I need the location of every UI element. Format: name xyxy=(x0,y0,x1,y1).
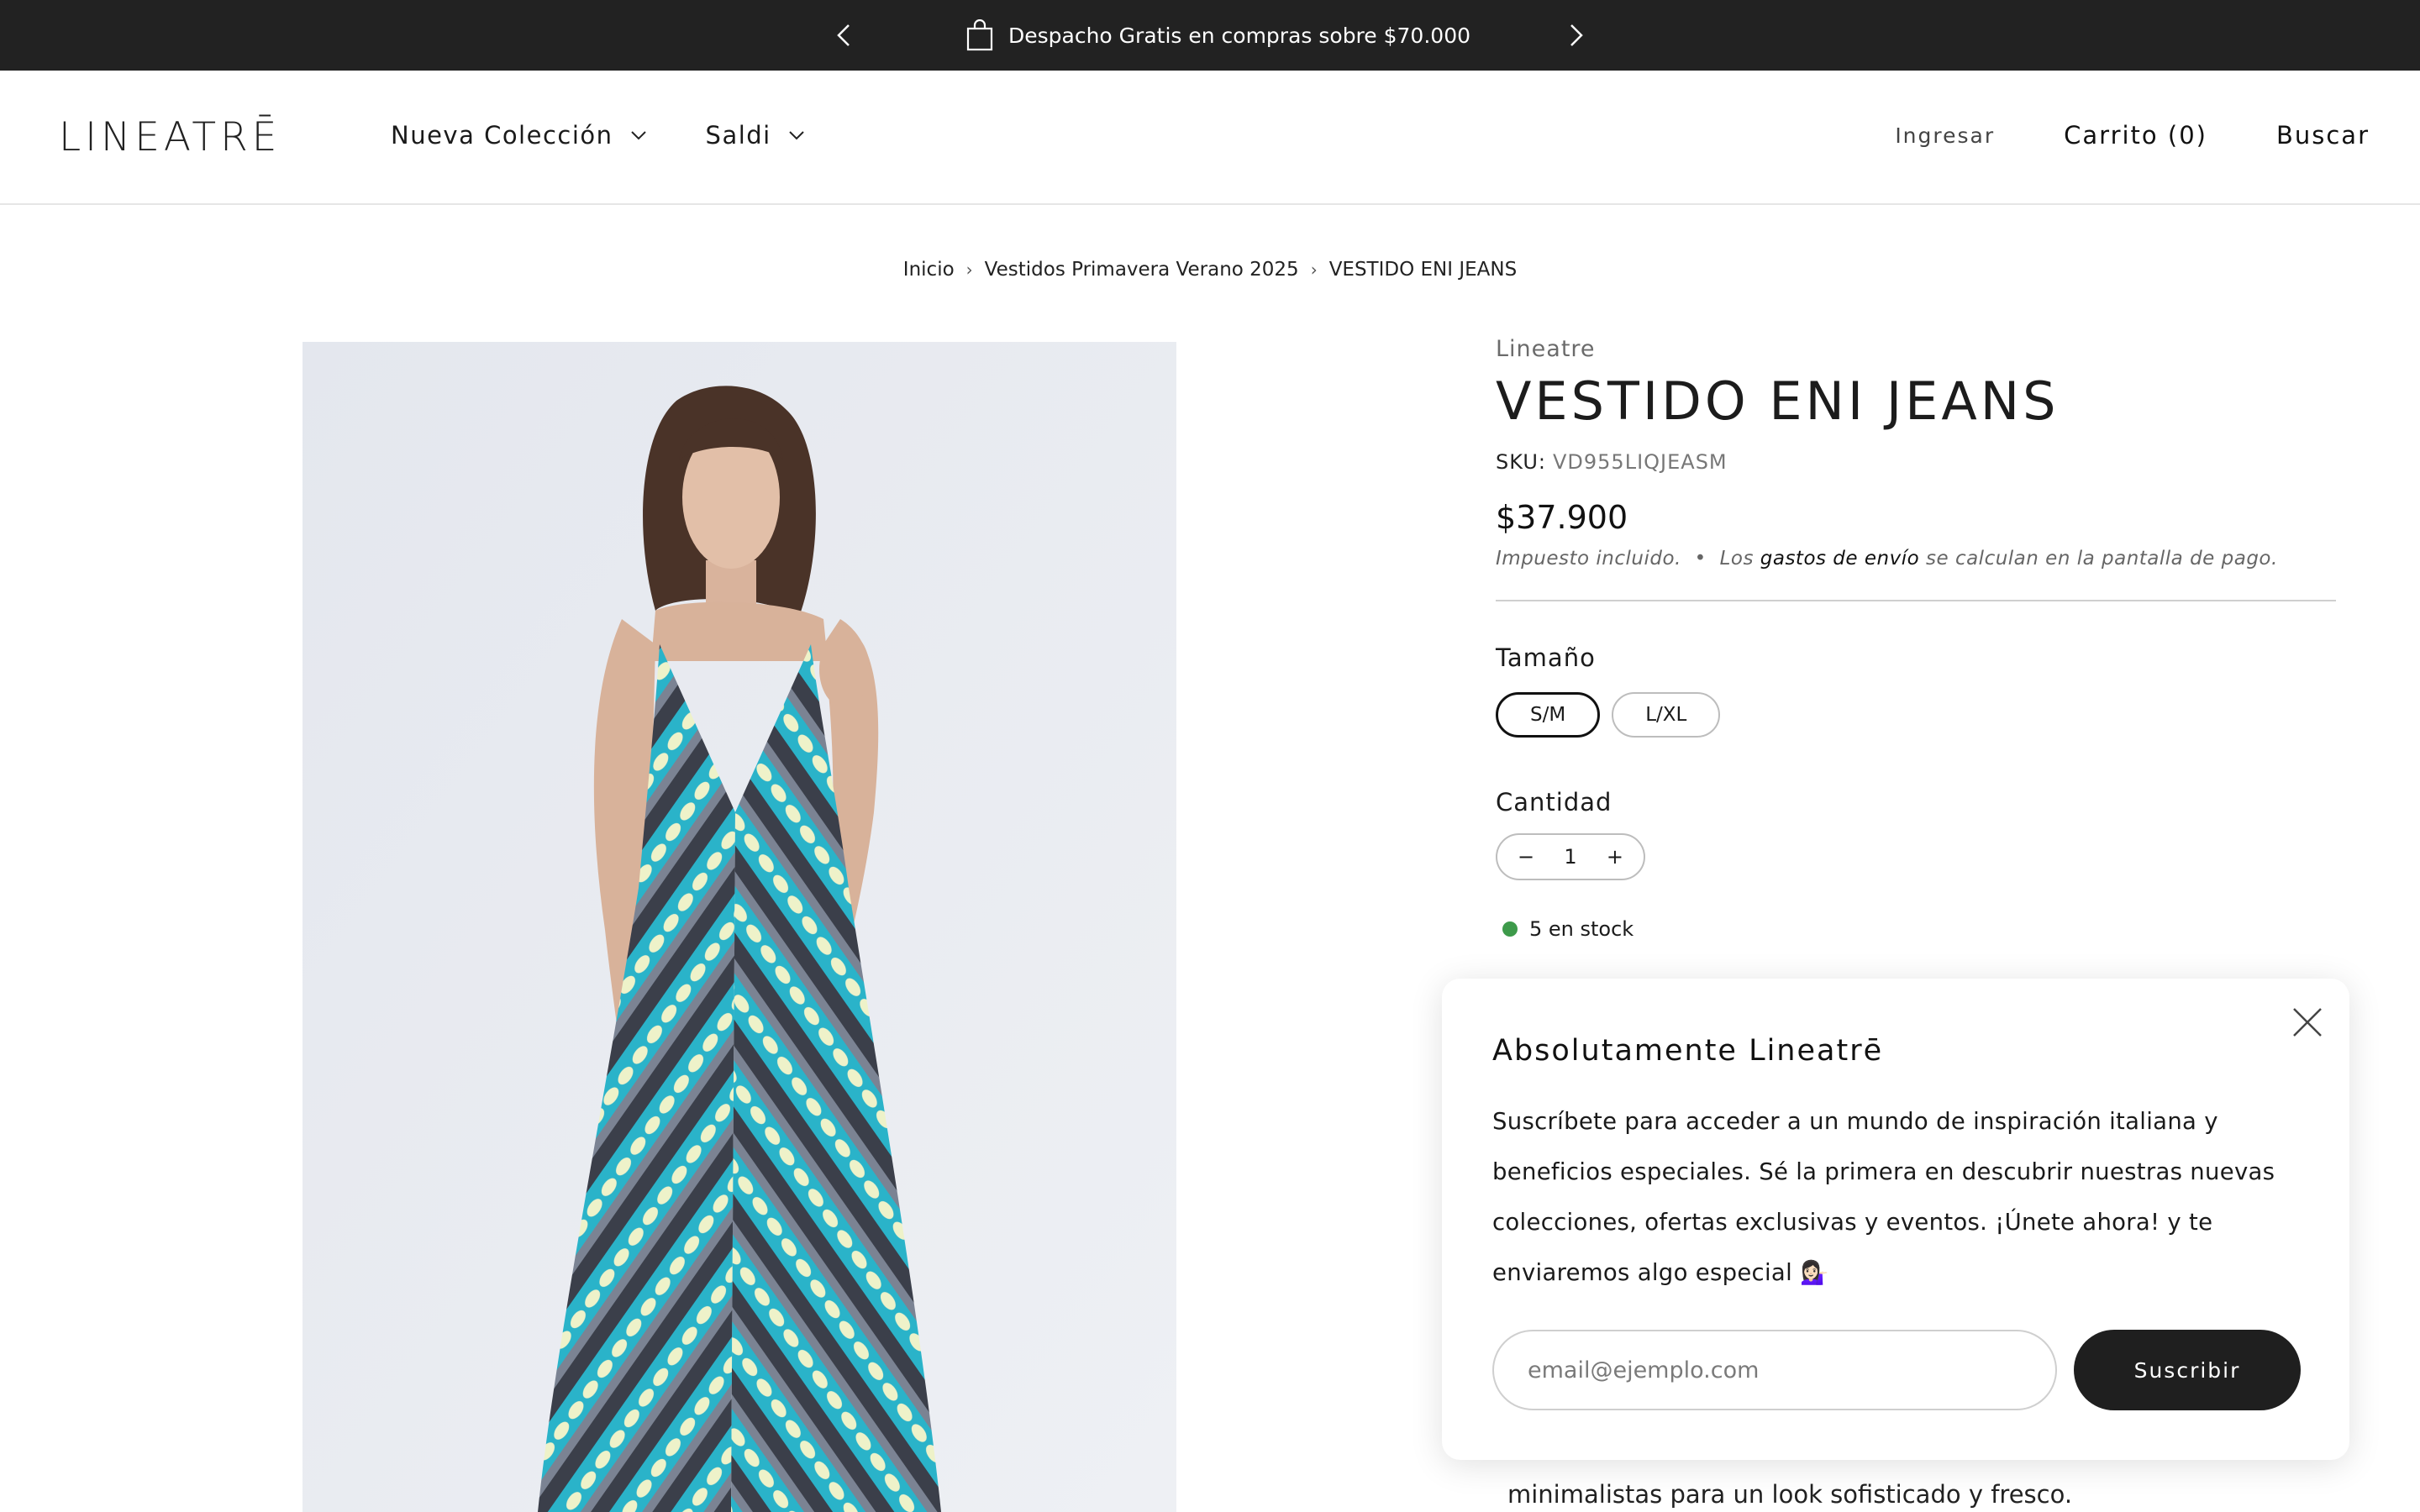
stock-text: 5 en stock xyxy=(1529,917,1634,941)
size-label: Tamaño xyxy=(1496,643,1596,672)
quantity-decrease-button[interactable]: − xyxy=(1518,845,1534,869)
breadcrumb: Inicio › Vestidos Primavera Verano 2025 … xyxy=(0,259,2420,281)
product-price: $37.900 xyxy=(1496,499,1628,536)
announcement-bar: Despacho Gratis en compras sobre $70.000 xyxy=(0,0,2420,71)
chevron-right-icon: › xyxy=(965,260,973,280)
product-description: minimalistas para un look sofisticado y … xyxy=(1507,1480,2073,1509)
newsletter-form: Suscribir xyxy=(1492,1330,2301,1410)
product-info: Lineatre VESTIDO ENI JEANS SKU: VD955LIQJ… xyxy=(1496,336,2336,941)
breadcrumb-current: VESTIDO ENI JEANS xyxy=(1328,259,1518,281)
nav-item-saldi[interactable]: Saldi xyxy=(706,121,805,150)
in-stock-dot-icon xyxy=(1502,921,1518,937)
announcement-prev-button[interactable] xyxy=(827,18,860,52)
tax-note: Impuesto incluido. • Los gastos de envío… xyxy=(1496,548,2336,570)
shopping-bag-icon xyxy=(966,19,993,51)
subscribe-button[interactable]: Suscribir xyxy=(2074,1330,2301,1410)
chevron-down-icon xyxy=(630,131,646,140)
sku-value: VD955LIQJEASM xyxy=(1552,450,1728,474)
nav-item-nueva-coleccion[interactable]: Nueva Colección xyxy=(391,121,647,150)
size-selector: S/M L/XL xyxy=(1496,692,2336,738)
chevron-right-icon xyxy=(1570,24,1583,46)
breadcrumb-link-collection[interactable]: Vestidos Primavera Verano 2025 xyxy=(985,259,1299,281)
quantity-label: Cantidad xyxy=(1496,788,1612,816)
stock-status: 5 en stock xyxy=(1496,917,2336,941)
chevron-left-icon xyxy=(837,24,850,46)
announcement-text: Despacho Gratis en compras sobre $70.000 xyxy=(1008,23,1470,48)
quantity-increase-button[interactable]: + xyxy=(1607,845,1623,869)
dress-model-illustration xyxy=(302,342,1176,1512)
shipping-prefix: Los xyxy=(1719,548,1754,570)
nav-item-label: Nueva Colección xyxy=(391,121,613,150)
shipping-suffix: se calculan en la pantalla de pago. xyxy=(1926,548,2278,570)
breadcrumb-link-home[interactable]: Inicio xyxy=(903,259,955,281)
popup-close-button[interactable] xyxy=(2289,1004,2326,1041)
quantity-stepper: − 1 + xyxy=(1496,833,1645,880)
nav-item-label: Saldi xyxy=(705,121,771,150)
email-input[interactable] xyxy=(1492,1330,2057,1410)
product-vendor[interactable]: Lineatre xyxy=(1496,336,2336,362)
product-image[interactable] xyxy=(302,342,1176,1512)
main-nav: Nueva Colección Saldi xyxy=(391,121,805,150)
sku-label: SKU: xyxy=(1496,450,1546,474)
tax-included-text: Impuesto incluido. xyxy=(1496,548,1681,570)
shipping-policy-link[interactable]: gastos de envío xyxy=(1760,548,1919,570)
size-option-lxl[interactable]: L/XL xyxy=(1612,692,1721,738)
announcement-next-button[interactable] xyxy=(1560,18,1593,52)
site-header: LINEATRĒ Nueva Colección Saldi Ingresar … xyxy=(0,71,2420,205)
product-title: VESTIDO ENI JEANS xyxy=(1496,370,2060,432)
popup-body: Suscríbete para acceder a un mundo de in… xyxy=(1492,1108,2275,1286)
product-sku: SKU: VD955LIQJEASM xyxy=(1496,450,2336,474)
cart-link[interactable]: Carrito (0) xyxy=(2064,121,2207,150)
header-actions: Ingresar Carrito (0) Buscar xyxy=(1895,121,2370,150)
popup-title: Absolutamente Lineatrē xyxy=(1492,1034,1884,1068)
chevron-right-icon: › xyxy=(1310,260,1318,280)
site-logo[interactable]: LINEATRĒ xyxy=(59,114,281,160)
announcement-message: Despacho Gratis en compras sobre $70.000 xyxy=(966,17,1470,54)
login-link[interactable]: Ingresar xyxy=(1895,123,1995,148)
search-link[interactable]: Buscar xyxy=(2276,121,2370,150)
quantity-value[interactable]: 1 xyxy=(1564,845,1576,869)
newsletter-popup: Absolutamente Lineatrē Suscríbete para a… xyxy=(1442,979,2349,1460)
chevron-down-icon xyxy=(789,131,804,140)
divider xyxy=(1496,600,2336,601)
size-option-sm[interactable]: S/M xyxy=(1496,692,1601,738)
close-icon xyxy=(2293,1008,2322,1037)
tax-bullet: • xyxy=(1694,548,1707,570)
